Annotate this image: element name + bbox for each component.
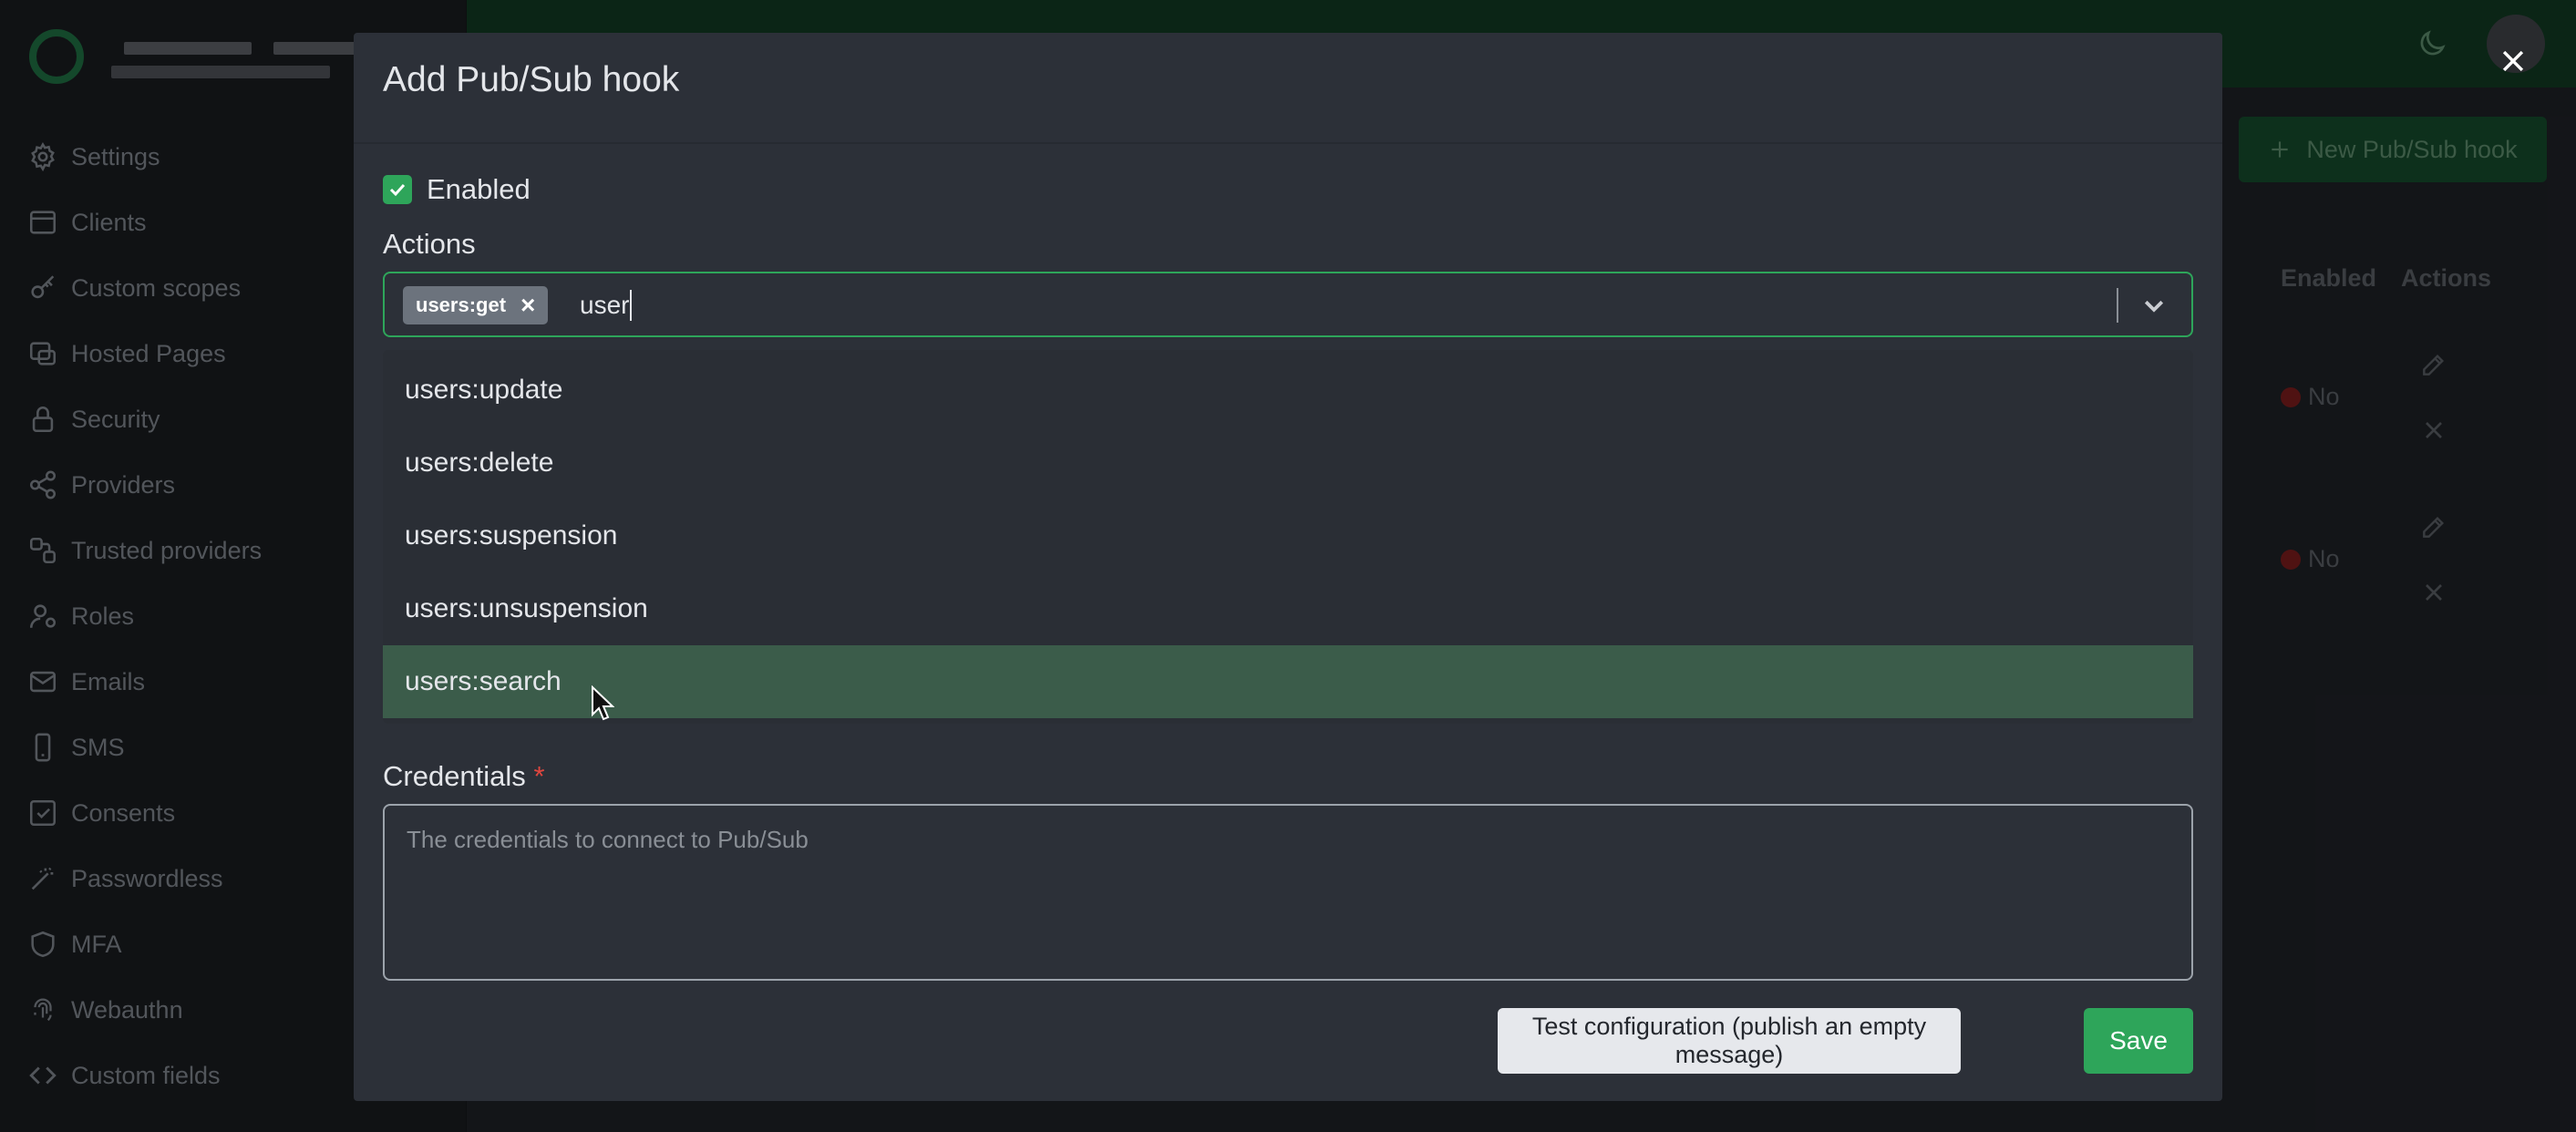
dropdown-option[interactable]: users:suspension — [383, 499, 2193, 572]
enabled-label: Enabled — [427, 173, 531, 205]
credentials-label-text: Credentials — [383, 760, 526, 792]
mouse-cursor-icon — [591, 685, 614, 722]
dropdown-option[interactable]: users:unsuspension — [383, 572, 2193, 645]
test-configuration-button[interactable]: Test configuration (publish an empty mes… — [1498, 1008, 1961, 1074]
dropdown-option[interactable]: users:delete — [383, 427, 2193, 499]
divider — [354, 142, 2222, 144]
close-icon[interactable] — [2498, 46, 2529, 77]
actions-search-input[interactable]: user — [580, 286, 2038, 324]
check-icon — [389, 183, 406, 197]
credentials-textarea[interactable] — [383, 804, 2193, 981]
add-pubsub-hook-modal: Add Pub/Sub hook Enabled Actions users:g… — [354, 33, 2222, 1101]
chevron-down-icon[interactable] — [2140, 292, 2168, 319]
required-mark: * — [533, 760, 545, 792]
text-caret — [630, 290, 633, 321]
actions-dropdown-menu: users:update users:delete users:suspensi… — [383, 350, 2193, 724]
credentials-label: Credentials * — [383, 760, 545, 793]
actions-search-value: user — [580, 291, 630, 319]
enabled-checkbox[interactable] — [383, 175, 412, 204]
actions-label: Actions — [383, 228, 476, 260]
remove-tag-icon[interactable]: × — [520, 293, 535, 318]
dropdown-option[interactable]: users:update — [383, 354, 2193, 427]
save-button[interactable]: Save — [2084, 1008, 2193, 1074]
dropdown-option-highlighted[interactable]: users:search — [383, 645, 2193, 718]
actions-multiselect[interactable]: users:get × user — [383, 272, 2193, 337]
enabled-field: Enabled — [383, 171, 531, 208]
select-separator — [2117, 288, 2118, 323]
modal-title: Add Pub/Sub hook — [383, 60, 680, 99]
selected-action-tag: users:get × — [403, 286, 549, 324]
tag-label: users:get — [416, 293, 507, 316]
